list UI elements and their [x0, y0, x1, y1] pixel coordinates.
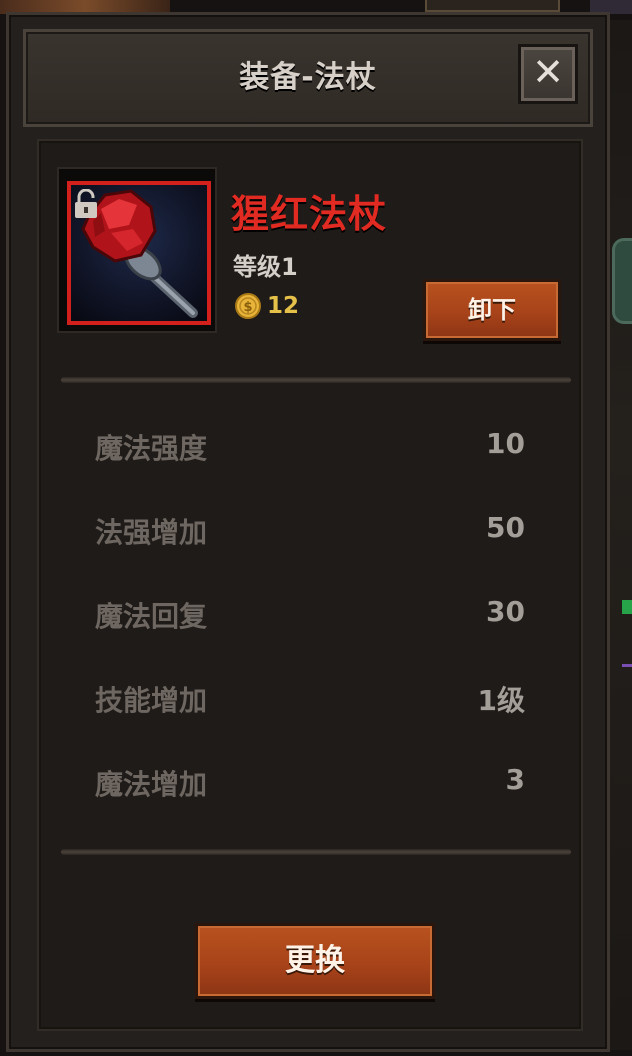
divider — [61, 849, 571, 855]
stat-label: 魔法强度 — [95, 432, 208, 465]
stat-value: 1级 — [477, 684, 525, 717]
background-scene-fragment — [608, 20, 632, 1050]
dialog-content: 猩红法杖 等级1 $ 12 卸下 魔法强度 10 法强增加 50 魔法回复 30… — [37, 139, 583, 1031]
dialog-titlebar: 装备-法杖 ✕ — [23, 29, 593, 127]
gold-coin-icon: $ — [235, 293, 261, 319]
stat-row: 魔法强度 10 — [95, 427, 525, 467]
background-scene-fragment — [622, 664, 632, 667]
close-icon: ✕ — [532, 50, 564, 94]
stat-row: 魔法增加 3 — [95, 763, 525, 803]
background-hud-fragment — [425, 0, 560, 12]
close-button[interactable]: ✕ — [518, 44, 578, 104]
item-icon-frame[interactable] — [57, 167, 217, 333]
stat-value: 3 — [505, 763, 525, 796]
stat-value: 10 — [486, 427, 525, 460]
background-scene-fragment — [622, 600, 632, 614]
unlocked-padlock-icon — [75, 189, 97, 218]
stat-value: 30 — [486, 595, 525, 628]
stat-label: 法强增加 — [95, 516, 208, 549]
svg-text:$: $ — [243, 300, 252, 315]
stat-row: 魔法回复 30 — [95, 595, 525, 635]
stat-row: 法强增加 50 — [95, 511, 525, 551]
item-name: 猩红法杖 — [231, 192, 388, 236]
unequip-button[interactable]: 卸下 — [423, 279, 561, 341]
dialog-title: 装备-法杖 — [239, 60, 377, 95]
divider — [61, 377, 571, 383]
stat-label: 技能增加 — [95, 684, 208, 717]
stat-value: 50 — [486, 511, 525, 544]
stat-label: 魔法增加 — [95, 768, 208, 801]
background-hud-fragment — [612, 238, 632, 324]
stat-label: 魔法回复 — [95, 600, 208, 633]
item-level: 等级1 — [233, 253, 298, 281]
equipment-dialog: 装备-法杖 ✕ 猩红法杖 等级1 $ 12 卸下 魔法强度 10 法强增加 50… — [6, 12, 610, 1052]
replace-button[interactable]: 更换 — [195, 923, 435, 999]
stat-row: 技能增加 1级 — [95, 679, 525, 719]
item-price: 12 — [267, 293, 300, 319]
